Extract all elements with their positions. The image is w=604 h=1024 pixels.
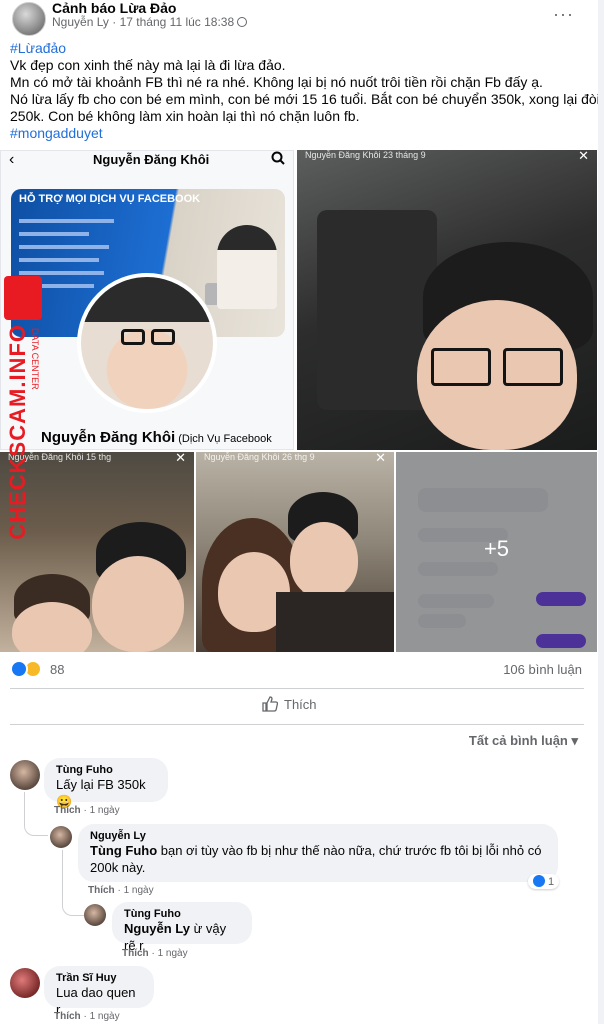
scrollbar-track[interactable] xyxy=(598,0,604,1024)
post-header: Cảnh báo Lừa Đảo Nguyễn Ly · 17 tháng 11… xyxy=(0,0,604,38)
comment-time[interactable]: 1 ngày xyxy=(158,948,188,959)
post-line: 250k. Con bé không làm xin hoàn lại thì … xyxy=(10,108,360,124)
comment-like-link[interactable]: Thích xyxy=(54,805,81,816)
cover-person xyxy=(217,225,277,309)
comment-bubble: Nguyễn Ly Tùng Fuho bạn ơi tùy vào fb bị… xyxy=(78,824,558,882)
commenter-name[interactable]: Trần Sĩ Huy xyxy=(56,972,142,984)
post-time[interactable]: 17 tháng 11 lúc 18:38 xyxy=(120,15,235,29)
comment-text-body: bạn ơi tùy vào fb bị như thế nào nữa, ch… xyxy=(157,843,542,858)
photo-grid: ‹ Nguyễn Đăng Khôi HỖ TRỢ MỌI DỊCH VỤ FA… xyxy=(0,150,604,652)
comment-actions: Thích · 1 ngày xyxy=(122,948,188,959)
comment-like-link[interactable]: Thích xyxy=(88,885,115,896)
thread-line xyxy=(24,792,48,836)
comment-actions: Thích · 1 ngày xyxy=(54,805,120,816)
comment-time[interactable]: 1 ngày xyxy=(90,805,120,816)
hashtag-link[interactable]: #mongadduyet xyxy=(10,125,600,142)
back-arrow-icon: ‹ xyxy=(9,151,15,168)
comment-reaction-count: 1 xyxy=(548,876,555,888)
post-text: #Lừađảo Vk đẹp con xinh thế này mà lại l… xyxy=(10,40,600,142)
comment-bubble: Tùng Fuho Nguyễn Ly ừ vậy rẽ r xyxy=(112,902,252,953)
comment-bubble: Tùng Fuho Lấy lại FB 350k 😀 xyxy=(44,758,168,809)
close-icon: ✕ xyxy=(375,452,386,465)
photo-chat-screenshot[interactable]: +5 xyxy=(396,452,597,652)
more-options-icon[interactable]: ··· xyxy=(553,4,574,25)
more-photos-overlay[interactable]: +5 xyxy=(396,452,597,652)
divider xyxy=(10,688,584,689)
reaction-count[interactable]: 88 xyxy=(50,662,64,677)
commenter-avatar[interactable] xyxy=(10,968,40,998)
close-icon: ✕ xyxy=(175,452,186,465)
glasses-left xyxy=(121,329,145,345)
comment-like-link[interactable]: Thích xyxy=(54,1011,81,1022)
watermark-subtext: DATA CENTER xyxy=(30,328,40,390)
post-line: Nó lừa lấy fb cho con bé em mình, con bé… xyxy=(10,91,600,107)
commenter-avatar[interactable] xyxy=(84,904,106,926)
profile-name-sub: (Dịch Vụ Facebook xyxy=(175,433,272,445)
comment-time[interactable]: 1 ngày xyxy=(90,1011,120,1022)
story-header: Nguyễn Đăng Khôi 26 thg 9 xyxy=(204,452,315,462)
comment-time[interactable]: 1 ngày xyxy=(124,885,154,896)
comment-actions: Thích · 1 ngày xyxy=(54,1011,120,1022)
comment-actions: Thích · 1 ngày xyxy=(88,885,154,896)
comment-text: Tùng Fuho bạn ơi tùy vào fb bị như thế n… xyxy=(90,842,546,859)
commenter-name[interactable]: Nguyễn Ly xyxy=(90,830,546,842)
comment-sort-button[interactable]: Tất cả bình luận ▾ xyxy=(469,733,578,749)
more-photos-count: +5 xyxy=(483,536,510,561)
glasses-right xyxy=(503,348,563,386)
thumbs-up-icon xyxy=(262,696,278,712)
selfie-face xyxy=(92,556,184,652)
story-header: Nguyễn Đăng Khôi 23 tháng 9 xyxy=(305,150,426,160)
mention-link[interactable]: Nguyễn Ly xyxy=(124,921,190,936)
photo-car-selfie[interactable]: Nguyễn Đăng Khôi 23 tháng 9 ✕ xyxy=(297,150,597,450)
watermark: CHECKSCAM.INFO DATA CENTER xyxy=(4,276,42,596)
author-name[interactable]: Nguyễn Ly xyxy=(52,15,109,29)
like-button[interactable]: Thích xyxy=(262,696,317,718)
cover-title: HỖ TRỢ MỌI DỊCH VỤ FACEBOOK xyxy=(19,193,201,205)
photo-couple-selfie[interactable]: Nguyễn Đăng Khôi 26 thg 9 ✕ xyxy=(196,452,394,652)
post-line: Vk đẹp con xinh thế này mà lại là đi lừa… xyxy=(10,57,286,73)
screenshot-profile-title: Nguyễn Đăng Khôi xyxy=(93,152,210,167)
screenshot-profile-name: Nguyễn Đăng Khôi (Dịch Vụ Facebook xyxy=(41,429,272,446)
divider xyxy=(10,724,584,725)
post-meta: Nguyễn Ly · 17 tháng 11 lúc 18:38 xyxy=(52,15,248,29)
comment-text-continued: 200k này. xyxy=(90,860,146,875)
close-icon: ✕ xyxy=(578,150,589,163)
like-button-label: Thích xyxy=(284,697,317,712)
comment-bubble: Trần Sĩ Huy Lua dao quen r xyxy=(44,966,154,1017)
comment-reaction-badge[interactable]: 1 xyxy=(528,874,560,889)
meta-separator: · xyxy=(108,15,120,29)
watermark-logo xyxy=(4,276,42,320)
man-face xyxy=(290,522,358,598)
search-icon xyxy=(271,151,285,165)
comment-like-link[interactable]: Thích xyxy=(122,948,149,959)
glasses-right xyxy=(151,329,175,345)
hashtag-link[interactable]: #Lừađảo xyxy=(10,40,600,57)
commenter-avatar[interactable] xyxy=(10,760,40,790)
watermark-text: CHECKSCAM.INFO xyxy=(5,324,30,540)
profile-name-text: Nguyễn Đăng Khôi xyxy=(41,429,176,446)
mention-link[interactable]: Tùng Fuho xyxy=(90,843,157,858)
glasses-left xyxy=(431,348,491,386)
man-shirt xyxy=(276,592,394,652)
commenter-name[interactable]: Tùng Fuho xyxy=(56,764,156,776)
reactions-bar: 88 106 bình luận xyxy=(0,656,604,684)
like-reaction-icon[interactable] xyxy=(10,660,28,678)
commenter-avatar[interactable] xyxy=(50,826,72,848)
post-line: Mn có mở tài khoảnh FB thì né ra nhé. Kh… xyxy=(10,74,543,90)
group-avatar[interactable] xyxy=(12,2,46,36)
photo-profile-screenshot[interactable]: ‹ Nguyễn Đăng Khôi HỖ TRỢ MỌI DỊCH VỤ FA… xyxy=(0,150,294,450)
thread-line xyxy=(62,850,84,916)
globe-icon xyxy=(237,17,248,27)
group-name[interactable]: Cảnh báo Lừa Đảo xyxy=(52,0,176,16)
commenter-name[interactable]: Tùng Fuho xyxy=(124,908,240,920)
like-reaction-icon xyxy=(533,875,545,887)
profile-picture xyxy=(77,273,217,413)
comment-count[interactable]: 106 bình luận xyxy=(503,662,582,677)
